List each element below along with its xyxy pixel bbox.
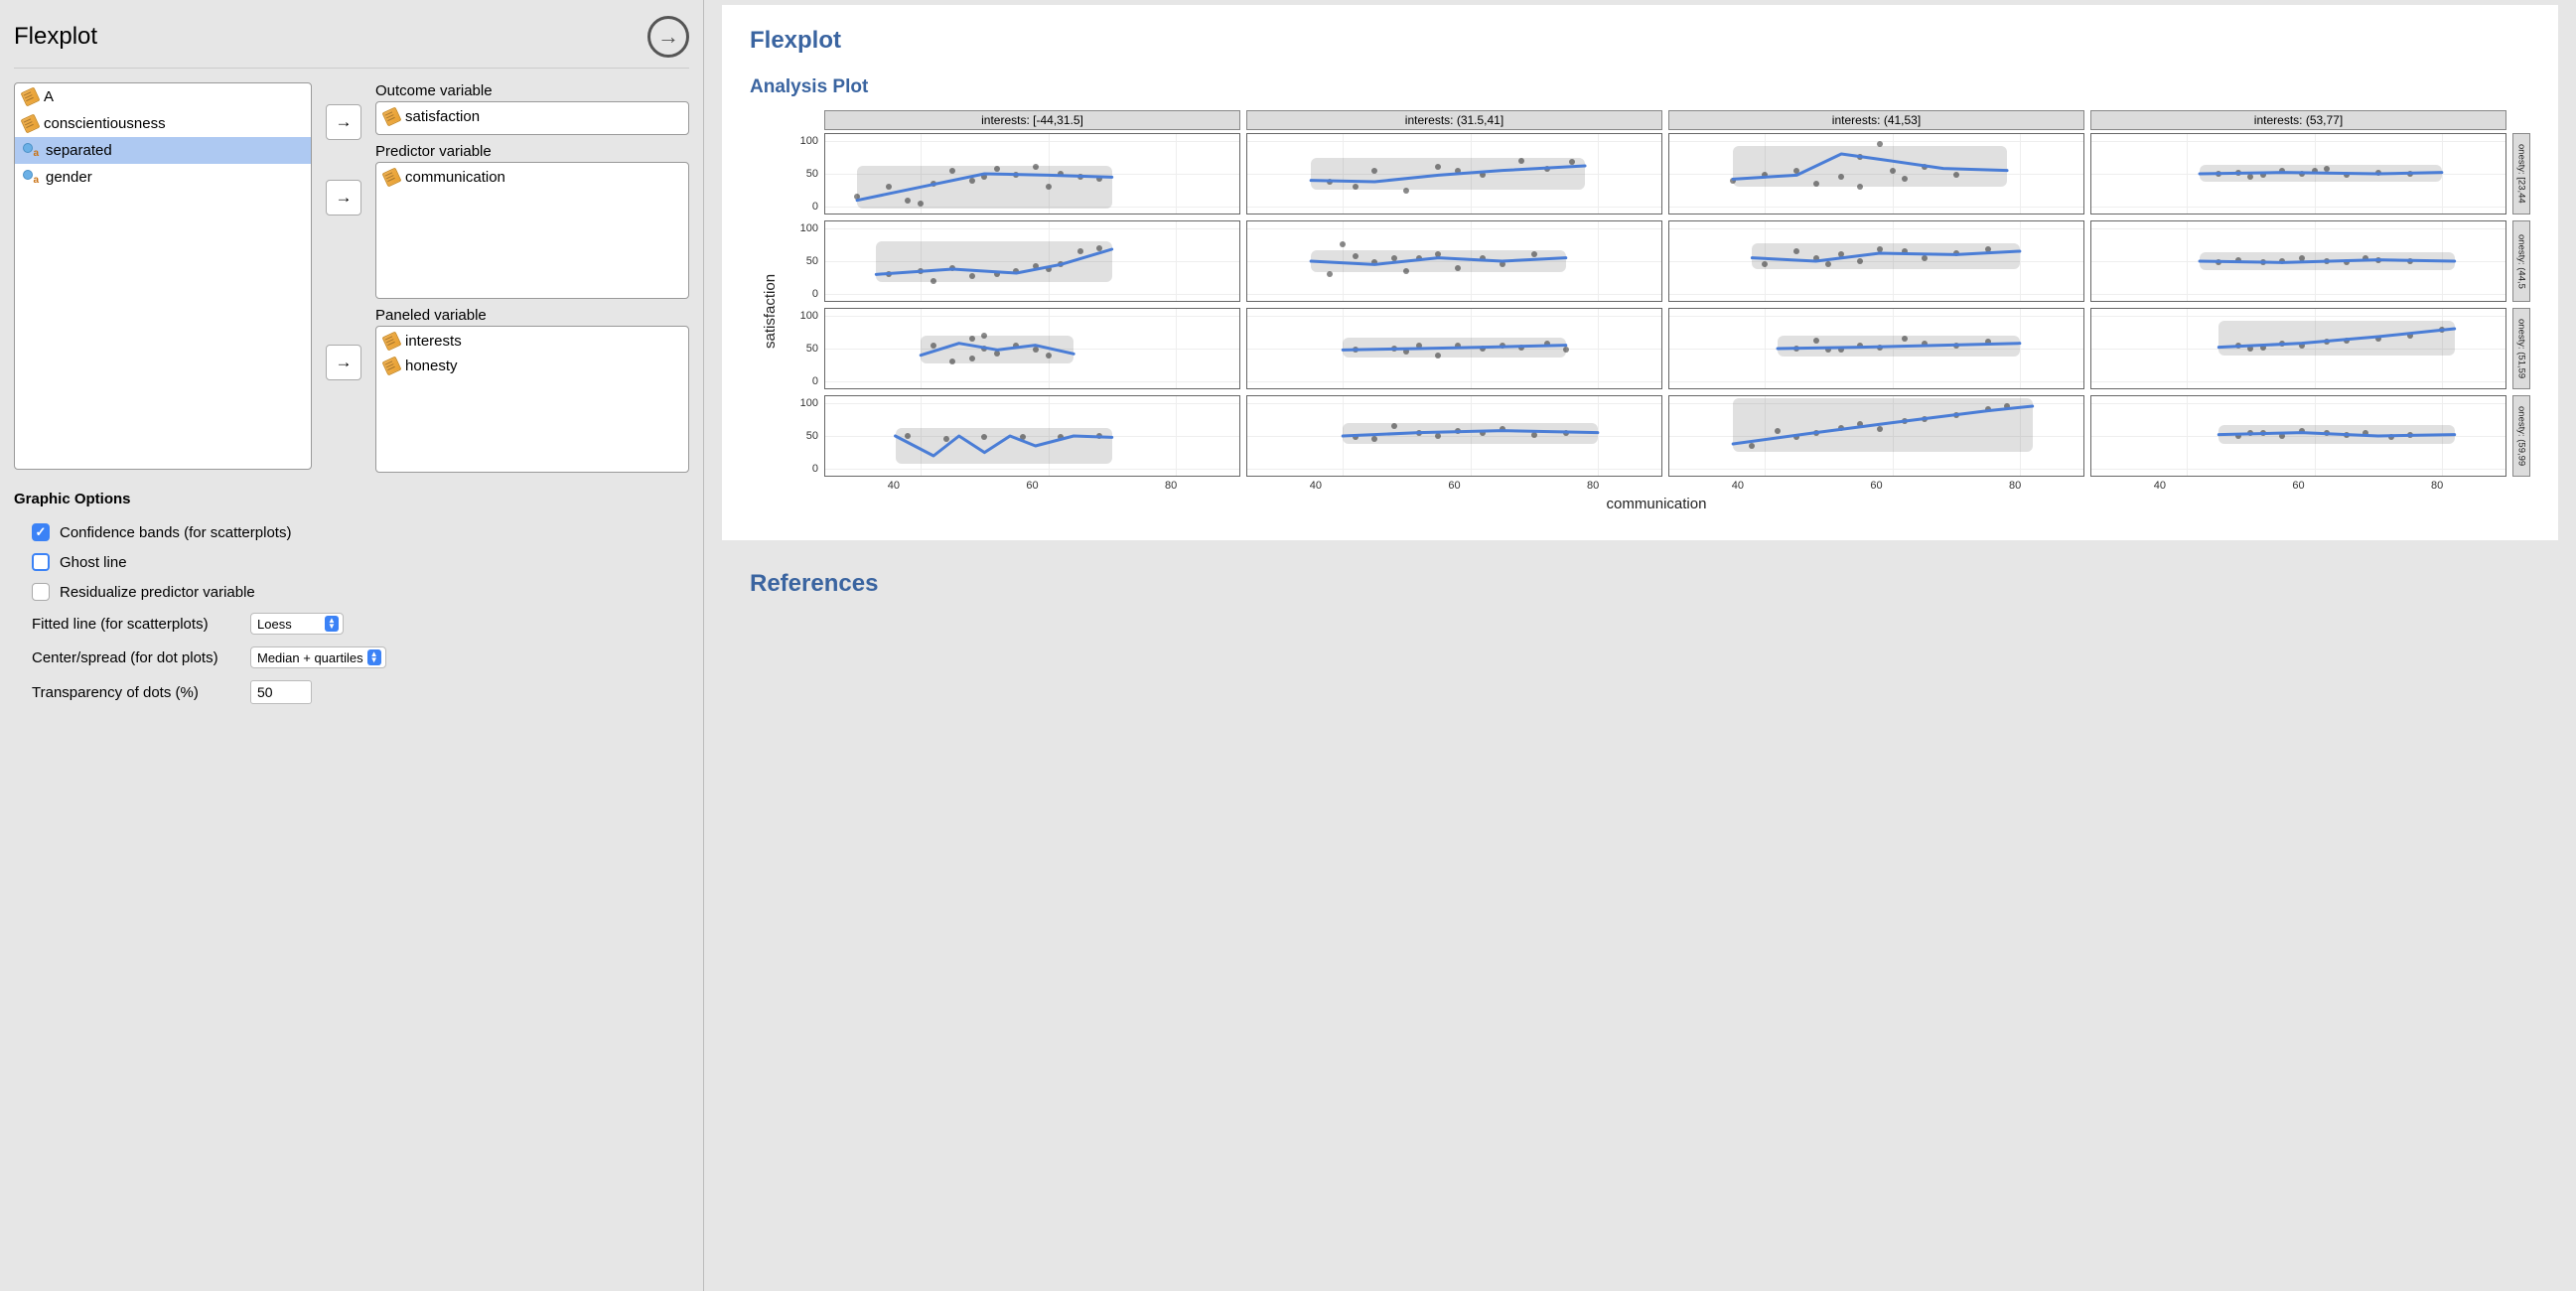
y-ticks: 100500 — [783, 395, 818, 477]
predictor-target[interactable]: communication — [375, 162, 689, 299]
facet — [824, 308, 1240, 389]
facet — [2090, 395, 2506, 477]
scale-icon — [382, 107, 402, 127]
fitted-label: Fitted line (for scatterplots) — [32, 616, 240, 633]
analysis-plot: satisfaction interests: [-44,31.5] intere… — [758, 110, 2530, 512]
var-name: conscientiousness — [44, 115, 166, 132]
var-item[interactable]: A — [15, 83, 311, 110]
options-heading: Graphic Options — [14, 491, 689, 507]
scale-icon — [382, 357, 402, 376]
scale-icon — [382, 168, 402, 188]
facet — [2090, 133, 2506, 215]
facet-col-label: interests: (53,77] — [2090, 110, 2506, 130]
var-name: communication — [405, 169, 505, 186]
output-panel: Flexplot Analysis Plot satisfaction inte… — [704, 0, 2576, 1291]
page-title: Flexplot — [14, 23, 97, 51]
run-button[interactable]: → — [647, 16, 689, 58]
facet — [824, 395, 1240, 477]
var-name: honesty — [405, 358, 458, 374]
facet — [824, 220, 1240, 302]
facet — [1246, 308, 1662, 389]
move-to-predictor-button[interactable]: → — [326, 180, 361, 215]
facet-row-label: onesty: (51,59 — [2512, 308, 2530, 389]
x-ticks: 406080 — [1246, 480, 1662, 492]
ghost-checkbox[interactable] — [32, 553, 50, 571]
target-item[interactable]: honesty — [378, 354, 686, 378]
target-item[interactable]: interests — [378, 329, 686, 354]
var-name: gender — [46, 169, 92, 186]
config-panel: Flexplot → Aconscientiousness separated ge… — [0, 0, 704, 1291]
residualize-checkbox[interactable] — [32, 583, 50, 601]
center-select[interactable]: Median + quartiles ▲▼ — [250, 646, 386, 668]
transparency-label: Transparency of dots (%) — [32, 684, 240, 701]
chevron-updown-icon: ▲▼ — [367, 649, 381, 665]
output-card: Flexplot Analysis Plot satisfaction inte… — [722, 5, 2558, 540]
x-ticks: 406080 — [824, 480, 1240, 492]
facet-row-label: onesty: [23,44 — [2512, 133, 2530, 215]
scale-icon — [382, 332, 402, 352]
nominal-icon — [23, 143, 40, 158]
fitted-select[interactable]: Loess ▲▼ — [250, 613, 344, 635]
facet — [1668, 395, 2084, 477]
var-name: interests — [405, 333, 462, 350]
output-subtitle: Analysis Plot — [750, 76, 2530, 98]
references-heading: References — [750, 570, 2558, 598]
facet — [1246, 395, 1662, 477]
var-item[interactable]: conscientiousness — [15, 110, 311, 137]
y-ticks: 100500 — [783, 308, 818, 389]
facet — [1668, 308, 2084, 389]
x-axis-label: communication — [783, 496, 2530, 512]
paneled-label: Paneled variable — [375, 307, 689, 324]
facet — [824, 133, 1240, 215]
x-ticks: 406080 — [1668, 480, 2084, 492]
facet-row-label: onesty: (59,99 — [2512, 395, 2530, 477]
move-to-outcome-button[interactable]: → — [326, 104, 361, 140]
outcome-label: Outcome variable — [375, 82, 689, 99]
available-vars-list[interactable]: Aconscientiousness separated gender — [14, 82, 312, 470]
scale-icon — [21, 87, 41, 107]
facet-col-label: interests: (31.5,41] — [1246, 110, 1662, 130]
target-item[interactable]: communication — [378, 165, 686, 190]
y-ticks: 100500 — [783, 220, 818, 302]
facet-row-label: onesty: (44,5 — [2512, 220, 2530, 302]
facet — [2090, 220, 2506, 302]
arrow-right-icon: → — [657, 26, 679, 48]
facet — [1246, 220, 1662, 302]
facet-col-label: interests: (41,53] — [1668, 110, 2084, 130]
var-name: satisfaction — [405, 108, 480, 125]
residualize-label: Residualize predictor variable — [60, 584, 255, 601]
facet-col-label: interests: [-44,31.5] — [824, 110, 1240, 130]
move-to-paneled-button[interactable]: → — [326, 345, 361, 380]
facet — [2090, 308, 2506, 389]
y-axis-label: satisfaction — [758, 110, 783, 512]
confidence-label: Confidence bands (for scatterplots) — [60, 524, 291, 541]
var-item[interactable]: separated — [15, 137, 311, 164]
y-ticks: 100500 — [783, 133, 818, 215]
scale-icon — [21, 114, 41, 134]
var-name: separated — [46, 142, 112, 159]
outcome-target[interactable]: satisfaction — [375, 101, 689, 135]
confidence-checkbox[interactable] — [32, 523, 50, 541]
facet — [1668, 133, 2084, 215]
transparency-input[interactable]: 50 — [250, 680, 312, 704]
ghost-label: Ghost line — [60, 554, 127, 571]
chevron-updown-icon: ▲▼ — [325, 616, 339, 632]
facet — [1246, 133, 1662, 215]
paneled-target[interactable]: interests honesty — [375, 326, 689, 473]
facet — [1668, 220, 2084, 302]
predictor-label: Predictor variable — [375, 143, 689, 160]
target-item[interactable]: satisfaction — [378, 104, 686, 129]
var-name: A — [44, 88, 54, 105]
var-item[interactable]: gender — [15, 164, 311, 191]
x-ticks: 406080 — [2090, 480, 2506, 492]
nominal-icon — [23, 170, 40, 185]
output-title: Flexplot — [750, 27, 2530, 55]
center-label: Center/spread (for dot plots) — [32, 649, 240, 666]
